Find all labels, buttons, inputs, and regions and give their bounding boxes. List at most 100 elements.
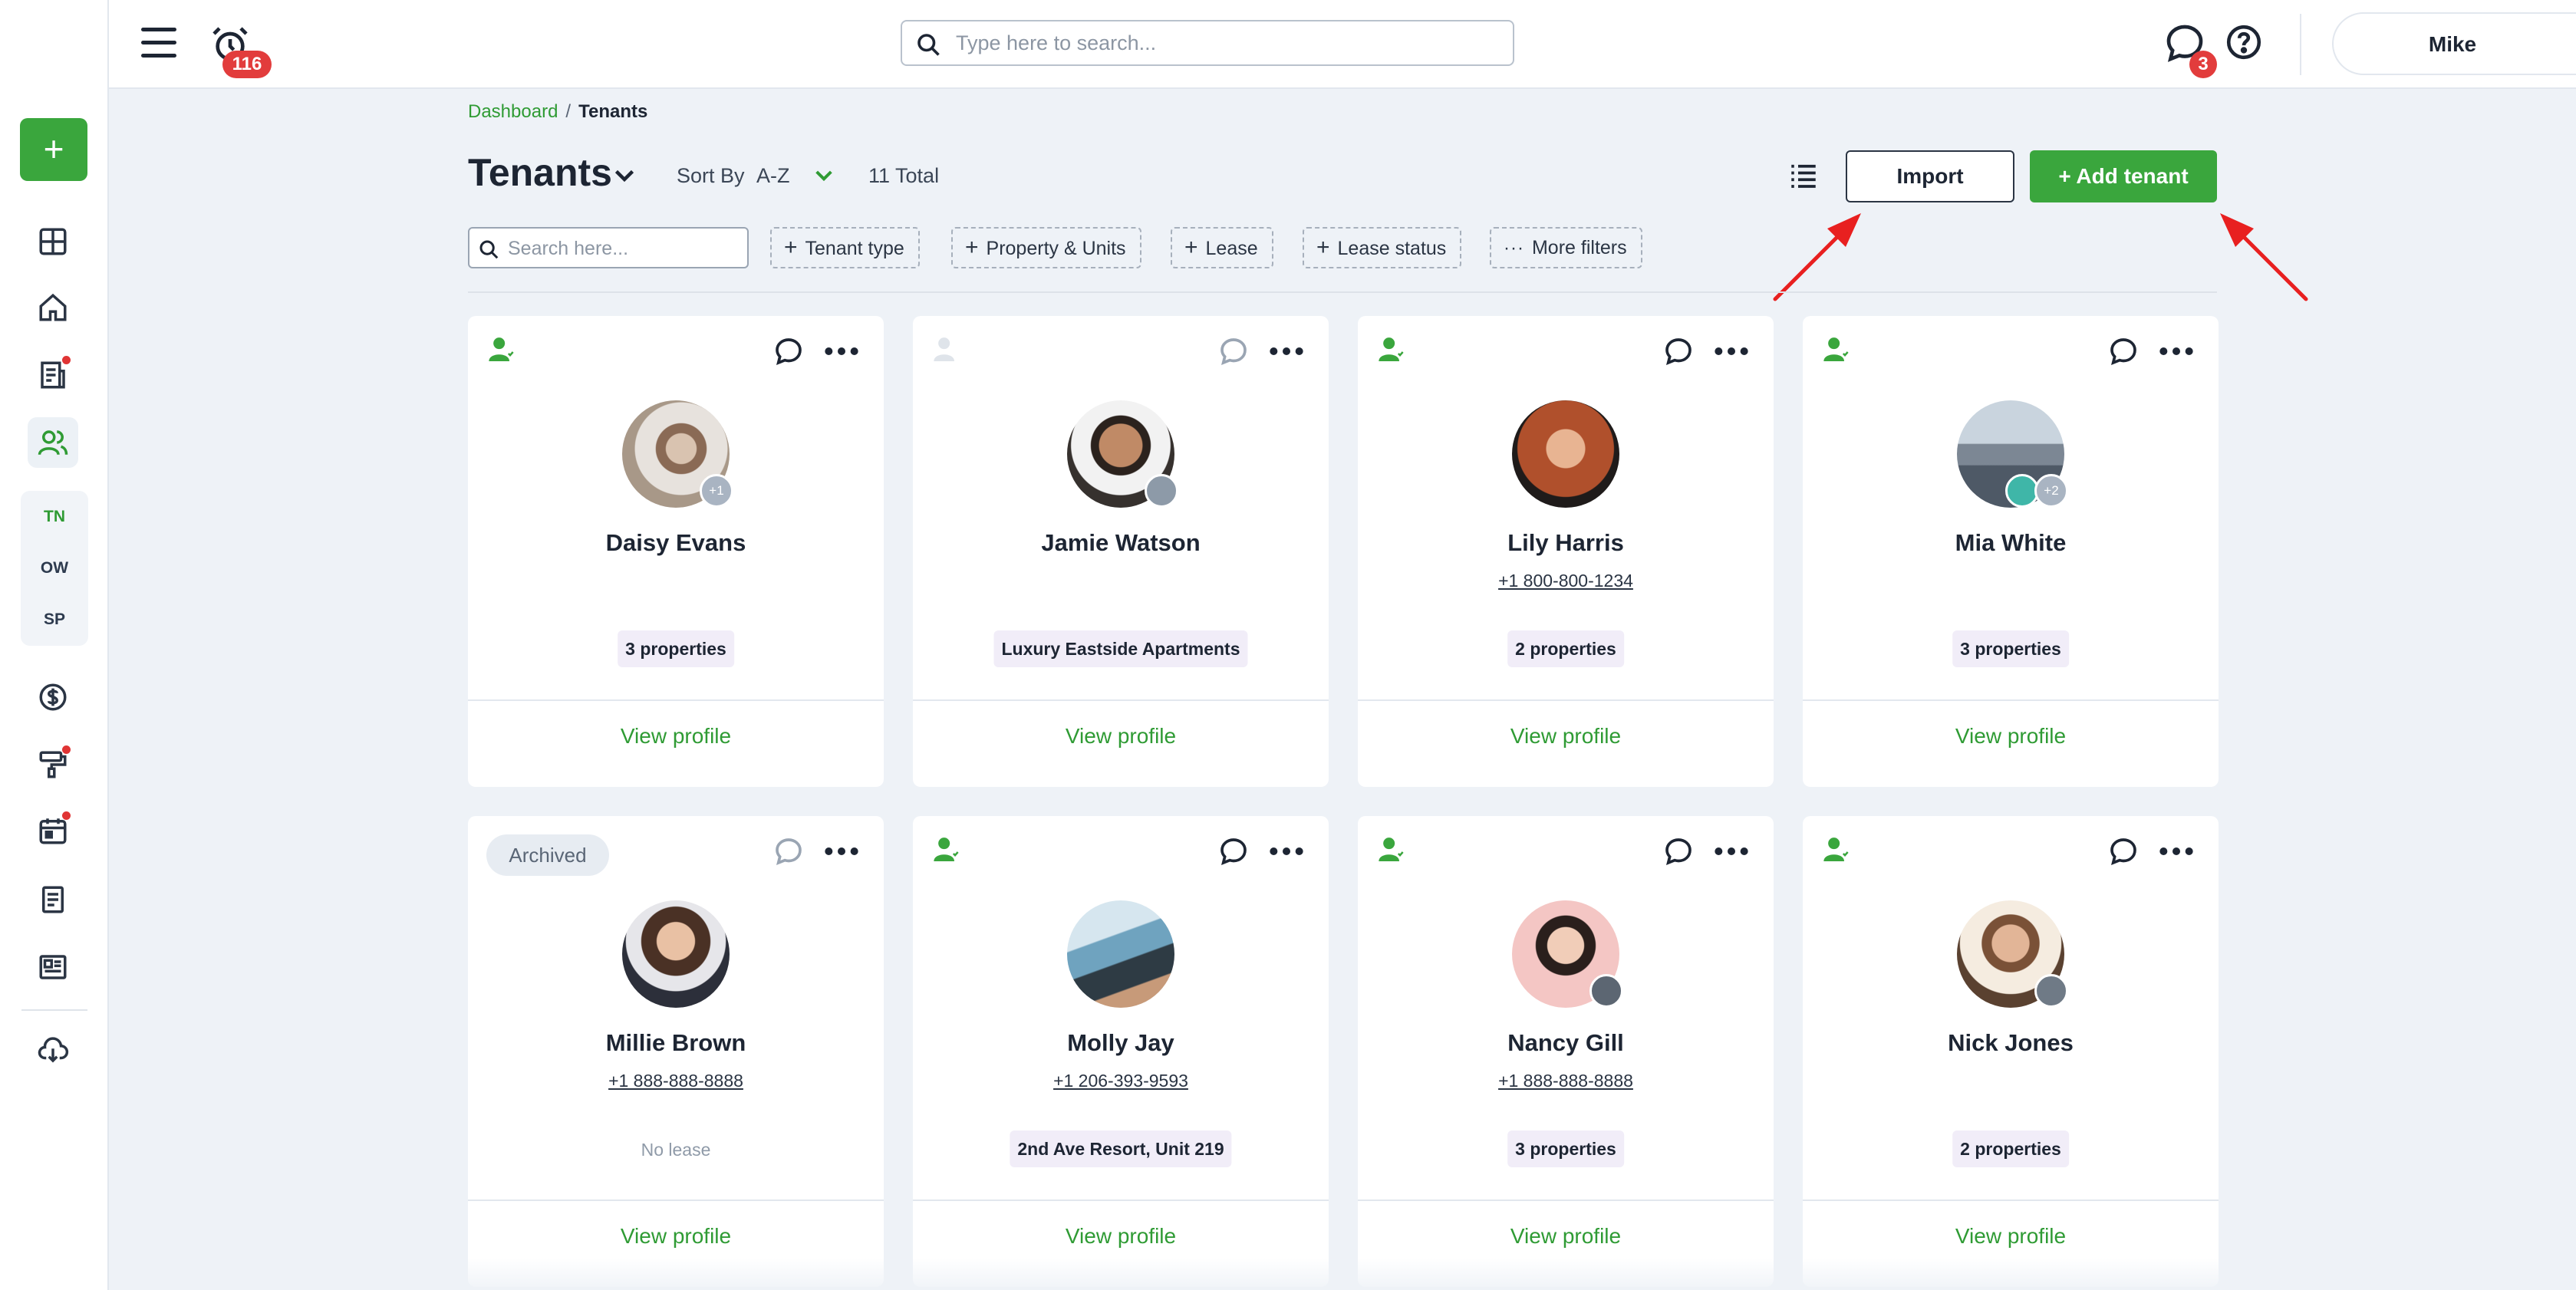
chat-icon[interactable] [1663,336,1694,367]
card-divider [1803,699,2219,701]
more-options-icon[interactable] [2157,336,2196,367]
co-tenant-avatar [2034,974,2068,1008]
tenant-status-icon [1823,337,1850,361]
total-count: 11 Total [868,164,940,187]
tenant-card[interactable]: Nick Jones 2 properties View profile [1803,816,2219,1287]
reports-icon[interactable] [28,350,78,400]
lease-tag: 3 properties [618,630,734,667]
sidebar: + TN OW SP [0,0,109,1290]
topbar-divider [2300,14,2301,75]
page-title[interactable]: Tenants [468,150,612,195]
tenant-card[interactable]: Jamie Watson Luxury Eastside Apartments … [913,316,1329,787]
dollar-icon[interactable] [28,672,78,722]
view-profile-link[interactable]: View profile [1358,724,1774,749]
menu-icon[interactable] [141,28,176,58]
view-profile-link[interactable]: View profile [1803,1224,2219,1249]
calendar-icon[interactable] [28,805,78,856]
list-view-icon[interactable] [1787,160,1820,192]
import-button[interactable]: Import [1846,150,2014,202]
co-tenant-avatar [1589,974,1623,1008]
more-options-icon[interactable] [2157,836,2196,867]
listings-icon[interactable] [28,942,78,992]
more-options-icon[interactable] [822,836,861,867]
more-options-icon[interactable] [1712,336,1751,367]
breadcrumb-dashboard[interactable]: Dashboard [468,101,558,122]
filter-tenant-type[interactable]: + Tenant type [770,227,920,268]
user-menu[interactable]: Mike [2332,12,2576,75]
scroll-fade [109,1258,2576,1290]
lease-tag: 3 properties [1952,630,2069,667]
chat-icon[interactable] [2108,836,2139,867]
chat-icon[interactable] [773,836,804,867]
view-profile-link[interactable]: View profile [913,1224,1329,1249]
more-options-icon[interactable] [822,336,861,367]
view-profile-link[interactable]: View profile [468,724,884,749]
chat-icon[interactable] [1218,836,1249,867]
breadcrumb-current: Tenants [578,101,648,122]
phone-link[interactable]: +1 800-800-1234 [1358,571,1774,591]
tenant-name: Millie Brown [605,1029,746,1056]
filter-lease-status[interactable]: + Lease status [1303,227,1462,268]
chat-icon[interactable] [1663,836,1694,867]
dashboard-icon[interactable] [28,216,78,267]
more-options-icon[interactable] [1712,836,1751,867]
lease-tag: 2 properties [1507,630,1624,667]
tenant-card[interactable]: +1 Daisy Evans 3 properties View profile [468,316,884,787]
view-profile-link[interactable]: View profile [468,1224,884,1249]
filter-label: More filters [1531,237,1627,258]
help-icon[interactable] [2225,23,2263,61]
filter-label: Tenant type [805,238,904,259]
maintenance-icon[interactable] [28,739,78,790]
download-cloud-icon[interactable] [28,1025,78,1075]
avatar [1067,900,1174,1008]
avatar [622,900,730,1008]
lease-tag: 2 properties [1952,1130,2069,1167]
view-profile-link[interactable]: View profile [1803,724,2219,749]
people-icon[interactable] [28,417,78,468]
people-submenu: TN OW SP [21,491,88,646]
submenu-tenants[interactable]: TN [21,491,88,542]
chat-icon[interactable] [2108,336,2139,367]
tenant-card[interactable]: Molly Jay +1 206-393-9593 2nd Ave Resort… [913,816,1329,1287]
add-tenant-button[interactable]: + Add tenant [2030,150,2217,202]
view-profile-link[interactable]: View profile [913,724,1329,749]
tenant-search-input[interactable] [508,235,738,262]
view-profile-link[interactable]: View profile [1358,1224,1774,1249]
chat-icon[interactable] [1218,336,1249,367]
tenant-search[interactable] [468,227,749,268]
tenant-name: Mia White [1955,529,2067,556]
tenant-name: Molly Jay [1067,1029,1174,1056]
more-options-icon[interactable] [1267,336,1306,367]
phone-link[interactable]: +1 888-888-8888 [1358,1071,1774,1091]
tenant-card[interactable]: Archived Millie Brown +1 888-888-8888 No… [468,816,884,1287]
phone-link[interactable]: +1 206-393-9593 [913,1071,1329,1091]
home-icon[interactable] [28,282,78,333]
top-bar: 116 3 Mike [109,0,2576,89]
document-icon[interactable] [28,874,78,925]
more-options-icon[interactable] [1267,836,1306,867]
card-divider [1803,1200,2219,1201]
global-search[interactable] [901,20,1514,66]
card-divider [468,699,884,701]
quick-add-button[interactable]: + [20,118,87,181]
tenant-card[interactable]: Nancy Gill +1 888-888-8888 3 properties … [1358,816,1774,1287]
lease-tag: Luxury Eastside Apartments [993,630,1248,667]
filter-property-units[interactable]: + Property & Units [951,227,1141,268]
filter-lease[interactable]: + Lease [1171,227,1273,268]
phone-link[interactable]: +1 888-888-8888 [468,1071,884,1091]
filter-more[interactable]: ··· More filters [1490,227,1642,268]
chevron-down-icon[interactable] [611,161,638,189]
global-search-input[interactable] [956,28,1493,58]
co-tenant-avatar [1145,474,1178,508]
extra-occupants-badge: +2 [2034,474,2068,508]
lease-tag: 2nd Ave Resort, Unit 219 [1010,1130,1232,1167]
chevron-down-icon[interactable] [812,163,836,187]
sort-value[interactable]: A-Z [756,164,790,188]
card-divider [913,699,1329,701]
tenant-card[interactable]: Lily Harris +1 800-800-1234 2 properties… [1358,316,1774,787]
submenu-owners[interactable]: OW [21,542,88,594]
chat-icon[interactable] [773,336,804,367]
tenant-card[interactable]: +2 Mia White 3 properties View profile [1803,316,2219,787]
tenant-status-icon [934,337,954,361]
submenu-service-pros[interactable]: SP [21,594,88,645]
